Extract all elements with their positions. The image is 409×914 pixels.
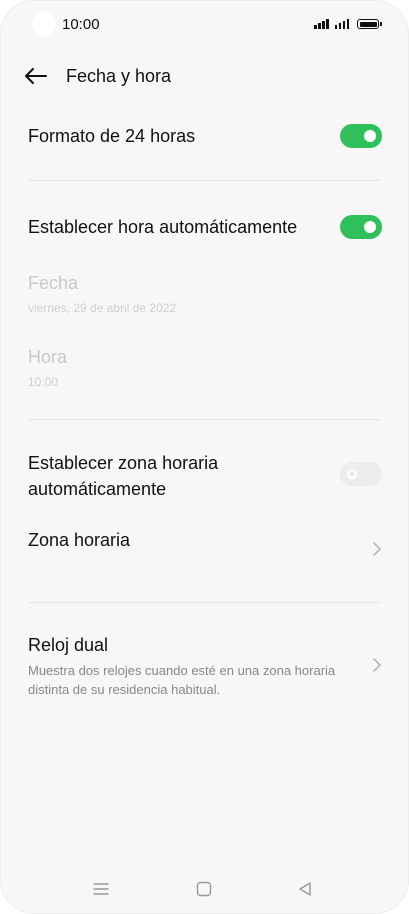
auto-time-label: Establecer hora automáticamente (28, 217, 298, 237)
back-triangle-icon (299, 882, 311, 896)
phone-screen: 10:00 Fecha y hora Formato de 24 horas E… (0, 0, 409, 914)
date-value: viernes, 29 de abril de 2022 (28, 301, 177, 315)
hour-value: 10:00 (28, 375, 59, 389)
page-title: Fecha y hora (66, 66, 172, 86)
home-button[interactable] (191, 876, 217, 902)
front-camera (32, 12, 56, 36)
app-header: Fecha y hora (0, 56, 409, 96)
format-24h-label: Formato de 24 horas (28, 126, 196, 146)
status-bar: 10:00 (0, 0, 409, 48)
timezone-label: Zona horaria (28, 530, 131, 550)
arrow-left-icon (25, 68, 47, 84)
battery-icon (357, 19, 382, 29)
auto-timezone-label-line2: automáticamente (28, 479, 167, 499)
dual-clock-description-line2: distinta de su residencia habitual. (28, 682, 221, 697)
dual-clock-label: Reloj dual (28, 635, 109, 655)
auto-timezone-toggle[interactable] (340, 462, 382, 486)
chevron-right-icon (373, 542, 381, 556)
toggle-knob (347, 469, 357, 479)
status-time: 10:00 (62, 16, 100, 33)
hour-label: Hora (28, 347, 68, 367)
toggle-knob (364, 221, 376, 233)
date-label: Fecha (28, 273, 79, 293)
divider (28, 419, 381, 420)
auto-time-toggle[interactable] (340, 215, 382, 239)
format-24h-toggle[interactable] (340, 124, 382, 148)
back-nav-button[interactable] (292, 876, 318, 902)
dual-clock-description-line1: Muestra dos relojes cuando esté en una z… (28, 663, 336, 678)
navigation-bar (0, 864, 409, 914)
home-icon (196, 881, 212, 897)
toggle-knob (364, 130, 376, 142)
divider (28, 602, 381, 603)
divider (28, 180, 381, 181)
recent-apps-button[interactable] (88, 876, 114, 902)
menu-icon (93, 883, 109, 895)
back-button[interactable] (22, 62, 50, 90)
status-icons (314, 17, 382, 29)
chevron-right-icon (373, 658, 381, 672)
signal-icon (314, 18, 329, 29)
auto-timezone-label-line1: Establecer zona horaria (28, 453, 219, 473)
signal-icon (334, 18, 349, 29)
